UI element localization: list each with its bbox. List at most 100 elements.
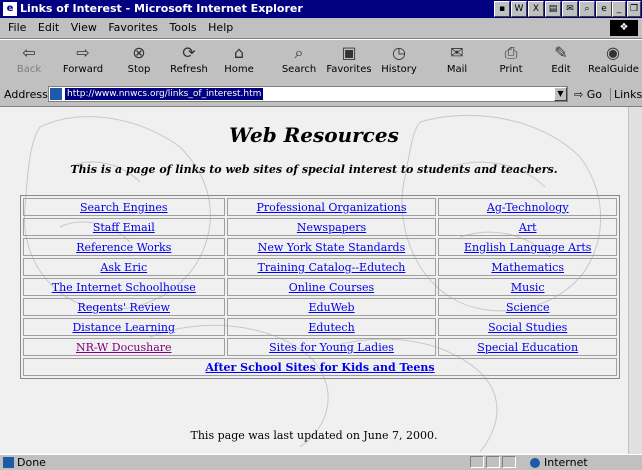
table-cell: Training Catalog--Edutech bbox=[226, 258, 437, 276]
table-cell: Ask Eric bbox=[23, 258, 225, 276]
mail-icon[interactable]: ✉ bbox=[562, 1, 578, 17]
link-special-education[interactable]: Special Education bbox=[477, 341, 578, 354]
link-reference-works[interactable]: Reference Works bbox=[76, 241, 171, 254]
link-science[interactable]: Science bbox=[506, 301, 549, 314]
table-cell: Regents' Review bbox=[23, 298, 225, 316]
link-after-school-sites[interactable]: After School Sites for Kids and Teens bbox=[205, 361, 434, 374]
title-bar: e Links of Interest - Microsoft Internet… bbox=[0, 0, 642, 18]
favorites-button[interactable]: ▣ Favorites bbox=[324, 42, 374, 82]
back-button[interactable]: ⇦ Back bbox=[4, 42, 54, 82]
last-updated-text: This page was last updated on June 7, 20… bbox=[190, 429, 438, 442]
go-button[interactable]: ⇨ Go bbox=[574, 88, 602, 101]
ie-small-icon[interactable]: e bbox=[596, 1, 612, 17]
print-button[interactable]: ⎙ Print bbox=[486, 42, 536, 82]
w-icon[interactable]: W bbox=[511, 1, 527, 17]
link-search-engines[interactable]: Search Engines bbox=[80, 201, 168, 214]
link-internet-schoolhouse[interactable]: The Internet Schoolhouse bbox=[52, 281, 196, 294]
x-icon[interactable]: X bbox=[528, 1, 544, 17]
security-zone: Internet bbox=[544, 456, 588, 469]
address-url[interactable]: http://www.nnwcs.org/links_of_interest.h… bbox=[65, 88, 264, 100]
ie-page-icon[interactable]: ▪ bbox=[494, 1, 510, 17]
card-icon[interactable]: ▤ bbox=[545, 1, 561, 17]
history-icon: ◷ bbox=[392, 43, 406, 62]
mail-button[interactable]: ✉ Mail bbox=[432, 42, 482, 82]
table-cell: EduWeb bbox=[226, 298, 437, 316]
address-dropdown-button[interactable]: ▼ bbox=[554, 87, 567, 101]
table-cell: After School Sites for Kids and Teens bbox=[23, 358, 617, 376]
link-social-studies[interactable]: Social Studies bbox=[488, 321, 567, 334]
link-edutech[interactable]: Edutech bbox=[308, 321, 354, 334]
table-cell: Science bbox=[438, 298, 617, 316]
link-professional-organizations[interactable]: Professional Organizations bbox=[256, 201, 406, 214]
table-row: After School Sites for Kids and Teens bbox=[23, 358, 617, 376]
table-row: Reference Works New York State Standards… bbox=[23, 238, 617, 256]
table-cell: Art bbox=[438, 218, 617, 236]
page-content: Web Resources This is a page of links to… bbox=[0, 107, 628, 454]
link-mathematics[interactable]: Mathematics bbox=[491, 261, 564, 274]
table-cell: Ag-Technology bbox=[438, 198, 617, 216]
refresh-icon: ⟳ bbox=[182, 43, 196, 62]
link-music[interactable]: Music bbox=[511, 281, 545, 294]
link-distance-learning[interactable]: Distance Learning bbox=[72, 321, 175, 334]
restore-icon[interactable]: ❐ bbox=[627, 1, 641, 17]
link-eduweb[interactable]: EduWeb bbox=[308, 301, 354, 314]
menu-view[interactable]: View bbox=[71, 18, 97, 38]
menu-help[interactable]: Help bbox=[208, 18, 233, 38]
print-icon: ⎙ bbox=[504, 43, 518, 62]
address-input[interactable]: http://www.nnwcs.org/links_of_interest.h… bbox=[48, 86, 568, 102]
link-newspapers[interactable]: Newspapers bbox=[297, 221, 366, 234]
table-row: NR-W Docushare Sites for Young Ladies Sp… bbox=[23, 338, 617, 356]
link-staff-email[interactable]: Staff Email bbox=[93, 221, 155, 234]
mail-label: Mail bbox=[446, 64, 468, 75]
link-online-courses[interactable]: Online Courses bbox=[289, 281, 374, 294]
go-arrow-icon: ⇨ bbox=[574, 88, 584, 101]
table-cell: Online Courses bbox=[226, 278, 437, 296]
link-sites-for-young-ladies[interactable]: Sites for Young Ladies bbox=[269, 341, 394, 354]
realguide-icon: ◉ bbox=[606, 43, 620, 62]
links-button[interactable]: Links bbox=[610, 88, 642, 101]
menu-favorites[interactable]: Favorites bbox=[108, 18, 158, 38]
link-ask-eric[interactable]: Ask Eric bbox=[100, 261, 147, 274]
refresh-label: Refresh bbox=[170, 64, 208, 75]
menu-bar: File Edit View Favorites Tools Help bbox=[0, 18, 642, 39]
link-art[interactable]: Art bbox=[519, 221, 537, 234]
forward-label: Forward bbox=[62, 64, 104, 75]
vertical-scrollbar[interactable] bbox=[628, 107, 642, 454]
table-cell: The Internet Schoolhouse bbox=[23, 278, 225, 296]
stop-label: Stop bbox=[127, 64, 151, 75]
realguide-button[interactable]: ◉ RealGuide bbox=[588, 42, 639, 82]
stop-button[interactable]: ⊗ Stop bbox=[114, 42, 164, 82]
ie-logo-icon: ❖ bbox=[610, 20, 638, 36]
refresh-button[interactable]: ⟳ Refresh bbox=[164, 42, 214, 82]
menu-edit[interactable]: Edit bbox=[38, 18, 59, 38]
address-label: Address bbox=[4, 88, 48, 101]
table-cell: Reference Works bbox=[23, 238, 225, 256]
minimize-icon[interactable]: _ bbox=[612, 1, 626, 17]
table-cell: Music bbox=[438, 278, 617, 296]
table-cell: Search Engines bbox=[23, 198, 225, 216]
table-cell: Special Education bbox=[438, 338, 617, 356]
search-button[interactable]: ⌕ Search bbox=[274, 42, 324, 82]
history-button[interactable]: ◷ History bbox=[374, 42, 424, 82]
link-ag-technology[interactable]: Ag-Technology bbox=[487, 201, 569, 214]
link-nrw-docushare[interactable]: NR-W Docushare bbox=[76, 341, 172, 354]
back-arrow-icon: ⇦ bbox=[22, 43, 36, 62]
link-nys-standards[interactable]: New York State Standards bbox=[258, 241, 405, 254]
menu-tools[interactable]: Tools bbox=[170, 18, 197, 38]
internet-zone-icon bbox=[530, 458, 540, 468]
menu-file[interactable]: File bbox=[8, 18, 26, 38]
table-row: Staff Email Newspapers Art bbox=[23, 218, 617, 236]
page-heading: Web Resources bbox=[229, 123, 399, 147]
link-training-catalog[interactable]: Training Catalog--Edutech bbox=[258, 261, 406, 274]
link-english-language-arts[interactable]: English Language Arts bbox=[464, 241, 591, 254]
favorites-label: Favorites bbox=[326, 64, 372, 75]
toolbar: ⇦ Back ⇨ Forward ⊗ Stop ⟳ Refresh ⌂ Home… bbox=[0, 39, 642, 85]
search-icon[interactable]: ⌕ bbox=[579, 1, 595, 17]
link-regents-review[interactable]: Regents' Review bbox=[78, 301, 170, 314]
search-icon: ⌕ bbox=[294, 43, 304, 62]
home-button[interactable]: ⌂ Home bbox=[214, 42, 264, 82]
edit-button[interactable]: ✎ Edit bbox=[536, 42, 586, 82]
forward-button[interactable]: ⇨ Forward bbox=[58, 42, 108, 82]
edit-label: Edit bbox=[551, 64, 571, 75]
status-segment bbox=[486, 456, 500, 468]
